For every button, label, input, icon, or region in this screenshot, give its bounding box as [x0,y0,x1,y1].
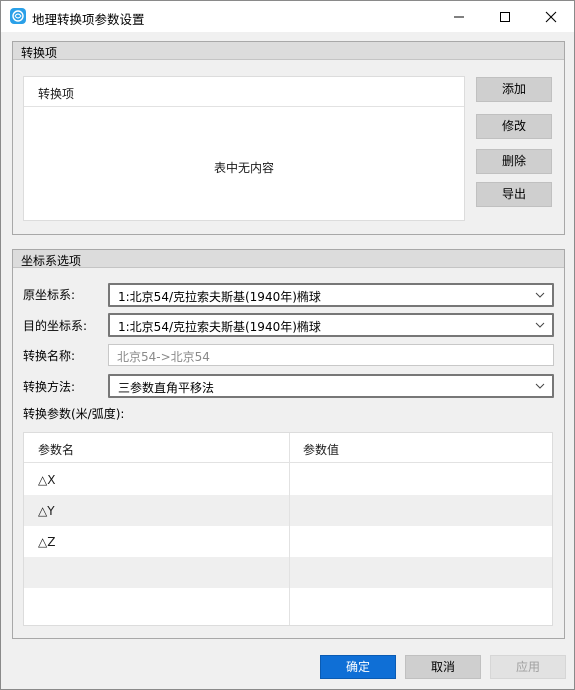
delete-button[interactable]: 删除 [476,149,552,174]
parameter-table[interactable]: 参数名 参数值 △X △Y △Z [23,432,553,626]
chevron-down-icon [535,322,545,328]
chevron-down-icon [535,292,545,298]
conversion-method-select[interactable]: 三参数直角平移法 [108,374,554,398]
source-coord-value: 1:北京54/克拉索夫斯基(1940年)椭球 [118,290,321,304]
modify-button[interactable]: 修改 [476,114,552,139]
conversion-method-label: 转换方法: [23,380,76,394]
conversion-method-value: 三参数直角平移法 [118,381,215,395]
app-logo-icon [10,8,26,24]
column-header-param-name[interactable]: 参数名 [38,441,74,458]
dialog-window: 地理转换项参数设置 转换项 转换项 表中无内容 添加 修改 删除 导出 坐标系选… [0,0,575,690]
table-row[interactable]: △Y [24,495,552,526]
coord-options-title: 坐标系选项 [21,254,82,268]
conversion-list-column: 转换项 [38,87,75,101]
coord-options-header: 坐标系选项 [13,250,564,268]
export-button[interactable]: 导出 [476,182,552,207]
column-header-param-value[interactable]: 参数值 [303,441,339,458]
conversion-list[interactable]: 转换项 表中无内容 [23,76,465,221]
conversion-group-title: 转换项 [21,46,58,60]
title-bar: 地理转换项参数设置 [1,1,574,32]
source-coord-label: 原坐标系: [23,288,76,302]
param-name-cell: △Z [38,535,56,549]
table-row[interactable]: △Z [24,526,552,557]
window-title: 地理转换项参数设置 [32,12,145,27]
param-name-cell: △Y [38,504,55,518]
table-row[interactable] [24,557,552,588]
close-icon [545,11,557,23]
maximize-icon [500,12,510,22]
conversion-name-value: 北京54->北京54 [117,350,210,364]
minimize-button[interactable] [436,1,482,32]
close-button[interactable] [528,1,574,32]
conversion-name-field[interactable]: 北京54->北京54 [108,344,554,366]
chevron-down-icon [535,383,545,389]
maximize-button[interactable] [482,1,528,32]
apply-button[interactable]: 应用 [490,655,566,679]
conversion-params-label: 转换参数(米/弧度): [23,407,125,421]
conversion-name-label: 转换名称: [23,349,76,363]
table-row[interactable]: △X [24,464,552,495]
coord-options-group: 坐标系选项 原坐标系: 1:北京54/克拉索夫斯基(1940年)椭球 目的坐标系… [12,249,565,639]
target-coord-select[interactable]: 1:北京54/克拉索夫斯基(1940年)椭球 [108,313,554,337]
ok-button[interactable]: 确定 [320,655,396,679]
empty-list-message: 表中无内容 [213,161,274,175]
target-coord-value: 1:北京54/克拉索夫斯基(1940年)椭球 [118,320,321,334]
add-button[interactable]: 添加 [476,77,552,102]
target-coord-label: 目的坐标系: [23,319,88,333]
param-name-cell: △X [38,473,56,487]
minimize-icon [454,16,464,18]
table-header: 参数名 参数值 [24,433,552,463]
source-coord-select[interactable]: 1:北京54/克拉索夫斯基(1940年)椭球 [108,283,554,307]
cancel-button[interactable]: 取消 [405,655,481,679]
conversion-group-header: 转换项 [13,42,564,60]
table-row[interactable] [24,588,552,619]
column-divider [289,433,290,625]
conversion-group: 转换项 转换项 表中无内容 添加 修改 删除 导出 [12,41,565,235]
conversion-list-header[interactable]: 转换项 [24,77,464,107]
